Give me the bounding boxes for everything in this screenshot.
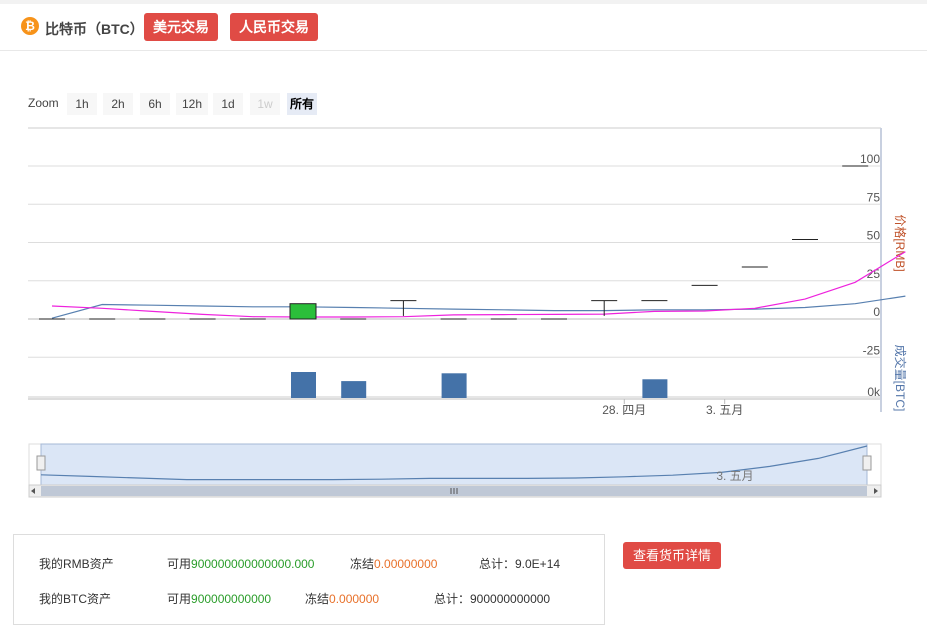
volume-bar	[441, 373, 467, 398]
navigator-tick-label: 3. 五月	[716, 469, 753, 483]
volume-axis-title: 成交量[BTC]	[893, 345, 908, 412]
candle-body	[289, 303, 317, 320]
rmb-available: 可用900000000000000.000	[167, 555, 314, 572]
zoom-button-label: 1w	[257, 97, 273, 111]
price-tick-label: -25	[863, 343, 881, 357]
price-tick-label: 100	[860, 152, 880, 166]
price-chart: Zoom 1h 2h 6h 12h 1d 1w 所有-2502550751000k价格[RMB…	[28, 93, 908, 498]
zoom-label: Zoom	[28, 96, 59, 110]
rmb-available-value: 900000000000000.000	[191, 557, 315, 571]
rmb-frozen-value: 0.00000000	[374, 557, 438, 571]
btc-total: 总计：900000000000	[434, 592, 551, 606]
price-axis-title: 价格[RMB]	[893, 214, 908, 271]
zoom-button-label: 1d	[221, 97, 234, 111]
view-currency-details-button[interactable]: 查看货币详情	[623, 542, 722, 569]
btc-frozen: 冻结0.000000	[305, 590, 379, 607]
volume-tick-label: 0k	[867, 385, 881, 399]
price-tick-label: 0	[873, 305, 880, 319]
volume-bar	[642, 379, 668, 398]
zoom-button-label: 12h	[182, 97, 202, 111]
btc-available-label: 可用	[167, 592, 192, 606]
rmb-total: 总计：9.0E+14	[479, 557, 561, 571]
navigator-handle-right[interactable]	[862, 455, 872, 471]
btc-assets-label: 我的BTC资产	[39, 592, 112, 606]
volume-bar	[291, 372, 316, 398]
price-tick-label: 50	[867, 229, 881, 243]
price-tick-label: 75	[867, 190, 881, 204]
x-tick-label: 3. 五月	[706, 403, 743, 417]
volume-bar	[341, 381, 367, 398]
btc-frozen-label: 冻结	[305, 592, 330, 606]
rmb-frozen: 冻结0.00000000	[350, 555, 437, 572]
page: ₿ 比特币（BTC） 美元交易 人民币交易 Zoom 1h 2h 6h 12h 1d 1w 所…	[0, 0, 927, 630]
navigator-handle-left[interactable]	[36, 455, 46, 471]
rmb-available-label: 可用	[167, 557, 192, 571]
assets-panel: 我的RMB资产 可用900000000000000.000 冻结0.000000…	[13, 534, 605, 625]
zoom-button-label: 1h	[75, 97, 88, 111]
rmb-frozen-label: 冻结	[350, 557, 375, 571]
zoom-button-label: 所有	[290, 96, 314, 111]
x-tick-label: 28. 四月	[602, 403, 646, 417]
ma-line-pink	[51, 251, 906, 318]
btc-available-value: 900000000000	[191, 592, 272, 606]
btc-frozen-value: 0.000000	[329, 592, 380, 606]
zoom-button-label: 6h	[148, 97, 161, 111]
btc-available: 可用900000000000	[167, 590, 271, 607]
zoom-button-label: 2h	[111, 97, 124, 111]
rmb-assets-label: 我的RMB资产	[39, 557, 114, 571]
